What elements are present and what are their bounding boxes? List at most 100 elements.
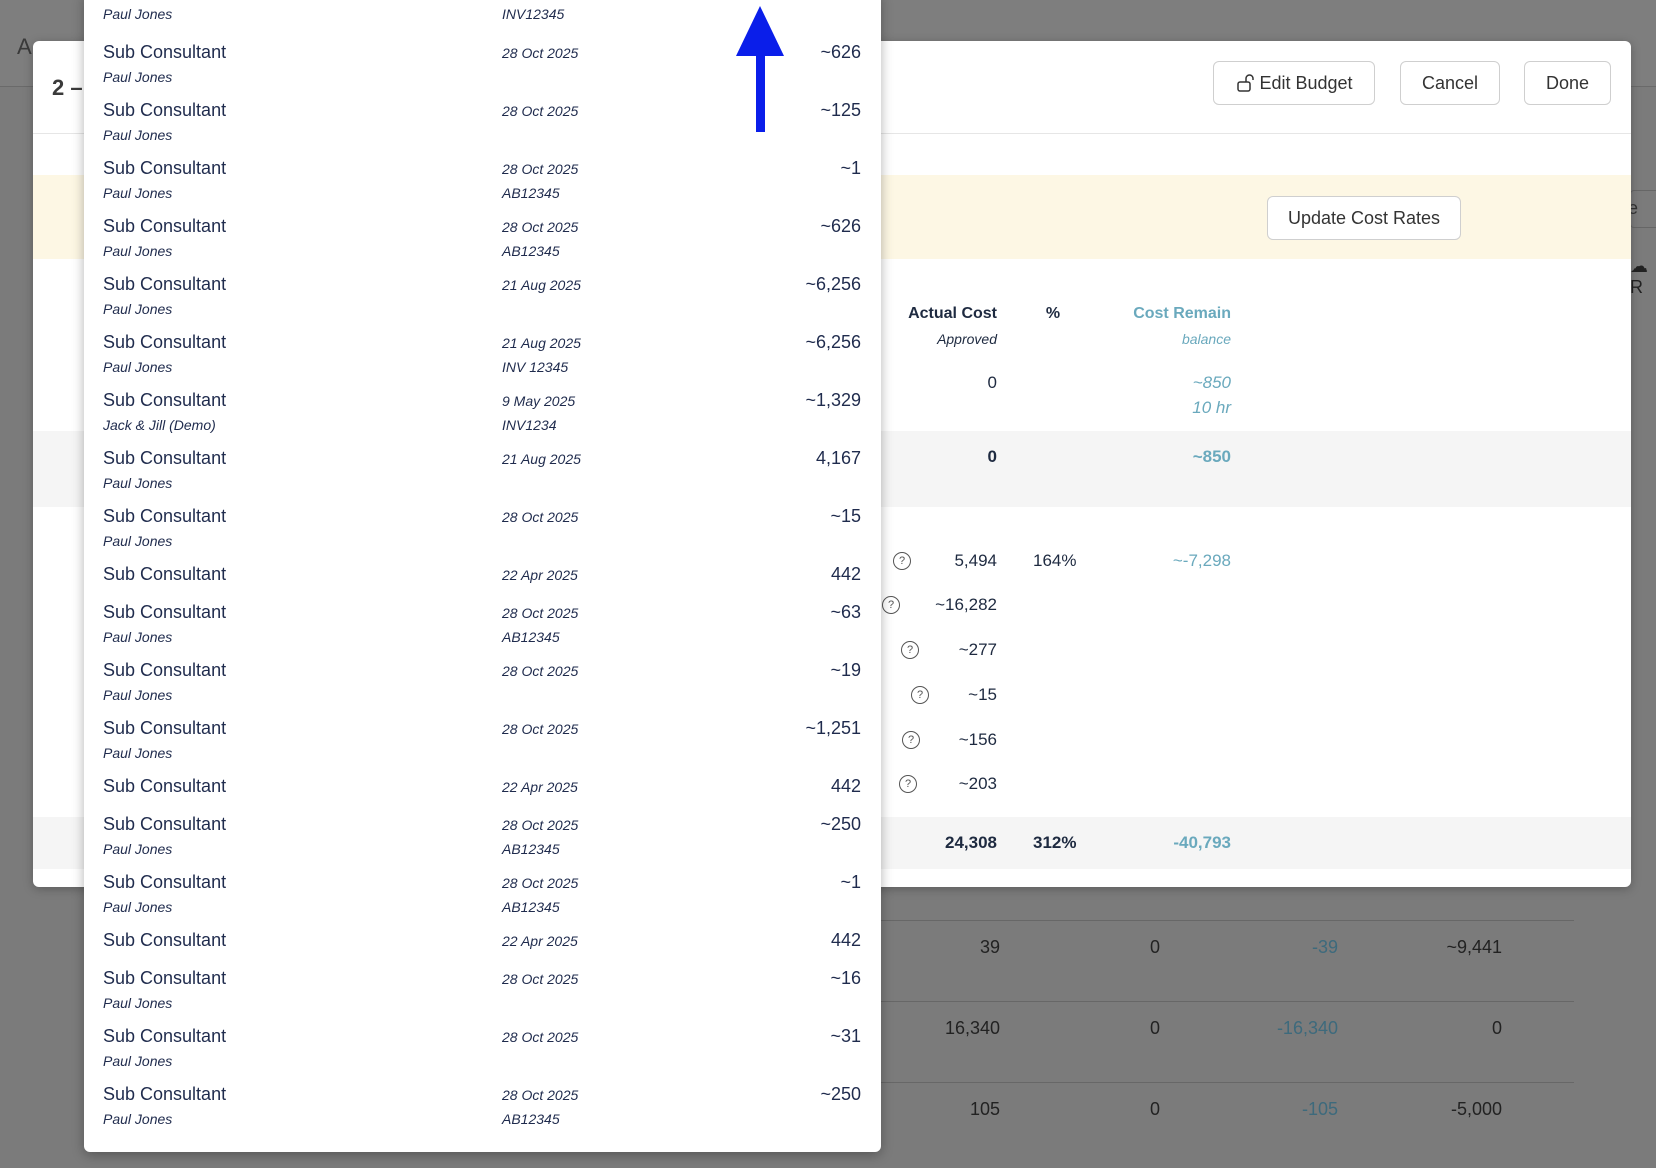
list-item[interactable]: Sub Consultant 28 Oct 2025 ~250 Paul Jon… bbox=[84, 804, 881, 862]
list-item[interactable]: Sub Consultant 21 Aug 2025 ~6,256 Paul J… bbox=[84, 264, 881, 322]
list-item-type: Sub Consultant bbox=[103, 602, 227, 622]
list-item-person: Paul Jones bbox=[103, 533, 173, 549]
list-item-type: Sub Consultant bbox=[103, 274, 227, 294]
list-item-date: 28 Oct 2025 bbox=[502, 875, 579, 891]
list-item[interactable]: Sub Consultant 21 Aug 2025 4,167 Paul Jo… bbox=[84, 438, 881, 496]
list-item-date: 9 May 2025 bbox=[502, 393, 576, 409]
list-item[interactable]: Sub Consultant 28 Oct 2025 ~15 Paul Jone… bbox=[84, 496, 881, 554]
list-item-type: Sub Consultant bbox=[103, 718, 227, 738]
edit-budget-label: Edit Budget bbox=[1259, 72, 1353, 93]
list-item-type: Sub Consultant bbox=[103, 776, 227, 796]
up-arrow-icon bbox=[736, 6, 784, 132]
list-item-date: 28 Oct 2025 bbox=[502, 605, 579, 621]
detail-cost-remain: ~-7,298 bbox=[1172, 551, 1231, 570]
list-item-person: Paul Jones bbox=[103, 243, 173, 259]
list-item-reference: AB12345 bbox=[502, 185, 560, 201]
list-item-type: Sub Consultant bbox=[103, 100, 227, 120]
list-item-person: Paul Jones bbox=[103, 127, 173, 143]
background-cell: 105 bbox=[969, 1099, 1000, 1119]
cost-breakdown-popover[interactable]: Paul Jones INV12345 Sub Consultant 28 Oc… bbox=[84, 0, 881, 1152]
list-item-date: 22 Apr 2025 bbox=[502, 779, 578, 795]
list-item-date: 22 Apr 2025 bbox=[502, 933, 578, 949]
background-cell: 0 bbox=[1491, 1018, 1502, 1038]
list-item-type: Sub Consultant bbox=[103, 968, 227, 988]
list-item-date: 28 Oct 2025 bbox=[502, 103, 579, 119]
list-item-reference: AB12345 bbox=[502, 243, 560, 259]
list-item-person: Paul Jones bbox=[103, 1053, 173, 1069]
list-item-type: Sub Consultant bbox=[103, 1084, 227, 1104]
list-item-person: Paul Jones bbox=[103, 841, 173, 857]
list-item-date: 28 Oct 2025 bbox=[502, 817, 579, 833]
list-item-type: Sub Consultant bbox=[103, 660, 227, 680]
list-item-date: 28 Oct 2025 bbox=[502, 663, 579, 679]
background-cell: 16,340 bbox=[944, 1018, 1000, 1038]
list-item-date: 28 Oct 2025 bbox=[502, 509, 579, 525]
list-item[interactable]: Sub Consultant 21 Aug 2025 ~6,256 Paul J… bbox=[84, 322, 881, 380]
list-item-amount: ~16 bbox=[830, 968, 861, 988]
background-cell: 0 bbox=[1149, 1099, 1160, 1119]
list-item-amount: 442 bbox=[830, 776, 861, 796]
list-item[interactable]: Sub Consultant 28 Oct 2025 ~16 Paul Jone… bbox=[84, 958, 881, 1016]
row-remain-hours: 10 hr bbox=[1192, 398, 1231, 417]
list-item-person: Paul Jones bbox=[103, 475, 173, 491]
list-item-amount: ~1 bbox=[840, 872, 861, 892]
list-item-amount: 442 bbox=[830, 564, 861, 584]
list-item-amount: ~626 bbox=[820, 216, 861, 236]
background-cell: 0 bbox=[1149, 937, 1160, 957]
list-item-date: 21 Aug 2025 bbox=[502, 277, 581, 293]
list-item-type: Sub Consultant bbox=[103, 158, 227, 178]
list-item-amount: ~250 bbox=[820, 1084, 861, 1104]
list-item-type: Sub Consultant bbox=[103, 332, 227, 352]
list-item-person: Paul Jones bbox=[103, 69, 173, 85]
list-item[interactable]: Sub Consultant 28 Oct 2025 ~1 Paul Jones… bbox=[84, 148, 881, 206]
list-item-type: Sub Consultant bbox=[103, 930, 227, 950]
list-item[interactable]: Sub Consultant 28 Oct 2025 ~19 Paul Jone… bbox=[84, 650, 881, 708]
list-item[interactable]: Sub Consultant 22 Apr 2025 442 bbox=[84, 920, 881, 958]
list-item-date: 28 Oct 2025 bbox=[502, 45, 579, 61]
cancel-button[interactable]: Cancel bbox=[1400, 61, 1500, 105]
list-item[interactable]: Sub Consultant 22 Apr 2025 442 bbox=[84, 766, 881, 804]
column-header-percent: % bbox=[1045, 305, 1061, 322]
list-item[interactable]: Sub Consultant 28 Oct 2025 ~250 Paul Jon… bbox=[84, 1074, 881, 1132]
list-item-date: 22 Apr 2025 bbox=[502, 567, 578, 583]
list-item[interactable]: Sub Consultant 28 Oct 2025 ~63 Paul Jone… bbox=[84, 592, 881, 650]
list-item-person: Jack & Jill (Demo) bbox=[103, 417, 216, 433]
list-item-type: Sub Consultant bbox=[103, 42, 227, 62]
list-item-amount: 4,167 bbox=[815, 448, 861, 468]
list-item-date: 28 Oct 2025 bbox=[502, 1029, 579, 1045]
list-item-amount: 442 bbox=[830, 930, 861, 950]
list-item-amount: ~250 bbox=[820, 814, 861, 834]
update-cost-rates-button[interactable]: Update Cost Rates bbox=[1267, 196, 1461, 240]
list-item[interactable]: Sub Consultant 28 Oct 2025 ~626 Paul Jon… bbox=[84, 206, 881, 264]
list-item-type: Sub Consultant bbox=[103, 216, 227, 236]
list-item-person: Paul Jones bbox=[103, 899, 173, 915]
background-right-icon-label: R bbox=[1630, 277, 1643, 297]
done-button[interactable]: Done bbox=[1524, 61, 1611, 105]
list-item-date: 21 Aug 2025 bbox=[502, 451, 581, 467]
list-item-person: Paul Jones bbox=[103, 995, 173, 1011]
list-item-amount: ~63 bbox=[830, 602, 861, 622]
list-item-date: 28 Oct 2025 bbox=[502, 721, 579, 737]
list-item[interactable]: Sub Consultant 28 Oct 2025 ~1,251 Paul J… bbox=[84, 708, 881, 766]
list-item-amount: ~626 bbox=[820, 42, 861, 62]
list-item-type: Sub Consultant bbox=[103, 872, 227, 892]
list-item-amount: ~1 bbox=[840, 158, 861, 178]
list-item-reference: INV12345 bbox=[502, 6, 565, 22]
list-item-person: Paul Jones bbox=[103, 301, 173, 317]
list-item[interactable]: Sub Consultant 9 May 2025 ~1,329 Jack & … bbox=[84, 380, 881, 438]
list-item[interactable]: Sub Consultant 28 Oct 2025 ~1 Paul Jones… bbox=[84, 862, 881, 920]
list-item[interactable]: Sub Consultant 22 Apr 2025 442 bbox=[84, 554, 881, 592]
list-item-reference: AB12345 bbox=[502, 841, 560, 857]
list-item-type: Sub Consultant bbox=[103, 390, 227, 410]
edit-budget-button[interactable]: Edit Budget bbox=[1213, 61, 1375, 105]
list-item-reference: AB12345 bbox=[502, 629, 560, 645]
list-item-person: Paul Jones bbox=[103, 359, 173, 375]
list-item[interactable]: Sub Consultant 28 Oct 2025 ~31 Paul Jone… bbox=[84, 1016, 881, 1074]
list-item-person: Paul Jones bbox=[103, 6, 173, 22]
background-cell: 0 bbox=[1149, 1018, 1160, 1038]
list-item-reference: AB12345 bbox=[502, 1111, 560, 1127]
list-item-reference: INV1234 bbox=[502, 417, 557, 433]
list-item-person: Paul Jones bbox=[103, 1111, 173, 1127]
background-cell: -16,340 bbox=[1276, 1018, 1338, 1038]
list-item-amount: ~19 bbox=[830, 660, 861, 680]
